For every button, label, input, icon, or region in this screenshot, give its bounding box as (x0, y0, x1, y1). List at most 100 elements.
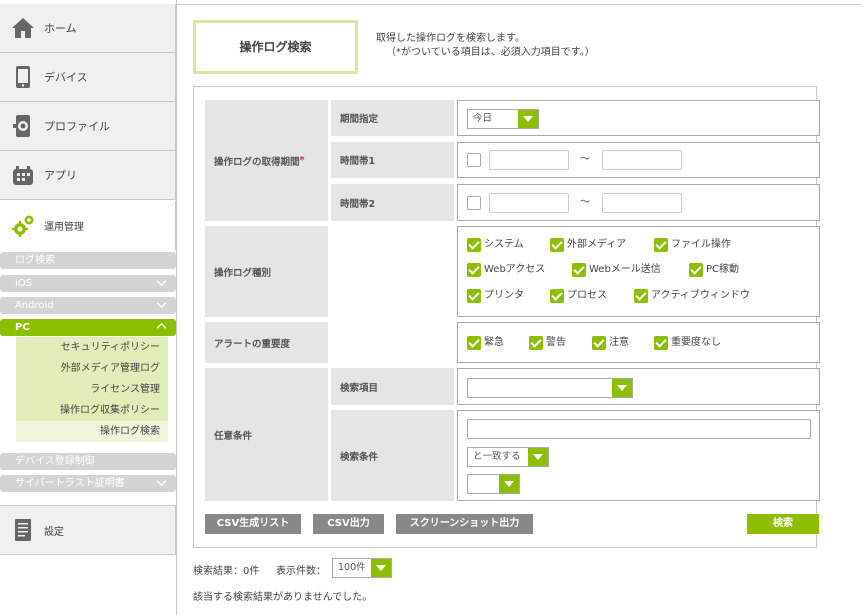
type-label: 操作ログ種別 (205, 226, 328, 317)
search-button[interactable]: 検索 (747, 514, 819, 534)
type-checkbox-file-op[interactable] (654, 238, 668, 252)
alert-checkbox-caution[interactable] (592, 336, 606, 350)
type-checkbox-external-media[interactable] (550, 238, 564, 252)
nav-home[interactable]: ホーム (0, 4, 176, 53)
type-printer-label: プリンタ (484, 290, 524, 301)
no-results-message: 該当する検索結果がありませんでした。 (193, 592, 373, 603)
time2-checkbox[interactable] (467, 196, 481, 210)
subcat-cybertrust-label: サイバートラスト証明書 (15, 478, 125, 489)
document-icon (11, 518, 35, 542)
search-item-label: 検索項目 (331, 368, 454, 405)
time2-label: 時間帯2 (331, 184, 454, 221)
subcat-ios-label: iOS (15, 278, 32, 289)
per-page-label: 表示件数： (276, 566, 326, 577)
nav-app[interactable]: アプリ (0, 151, 176, 200)
time1-start-input[interactable] (489, 150, 569, 170)
search-cond-cell: と一致する (457, 410, 820, 501)
type-checkbox-web-access[interactable] (467, 263, 481, 277)
type-checkbox-system[interactable] (467, 238, 481, 252)
chevron-up-icon (157, 322, 166, 329)
page-title: 操作ログ検索 (193, 20, 358, 74)
required-mark: * (299, 155, 305, 166)
pc-item-oplog-search[interactable]: 操作ログ検索 (16, 421, 168, 442)
subcat-pc[interactable]: PC (0, 319, 176, 336)
type-checkbox-process[interactable] (550, 289, 564, 303)
period-label: 操作ログの取得期間 * (205, 100, 328, 221)
pc-item-security-policy[interactable]: セキュリティポリシー (16, 337, 168, 358)
search-cond-label: 検索条件 (331, 410, 454, 501)
pc-item-oplog-policy[interactable]: 操作ログ収集ポリシー (16, 400, 168, 421)
profile-icon (11, 114, 35, 138)
alert-cell: 緊急 警告 注意 重要度なし (457, 322, 820, 363)
dropdown-arrow-icon (518, 110, 538, 128)
subcat-android-label: Android (15, 300, 54, 311)
nav-home-label: ホーム (44, 22, 77, 35)
tilde: ～ (580, 154, 590, 165)
type-checkbox-printer[interactable] (467, 289, 481, 303)
nav-settings[interactable]: 設定 (0, 505, 176, 555)
search-cond-input[interactable] (467, 419, 811, 439)
screenshot-output-button[interactable]: スクリーンショット出力 (396, 514, 533, 534)
per-page-value: 100件 (338, 562, 366, 573)
alert-checkbox-warning[interactable] (529, 336, 543, 350)
sidebar: ホーム デバイス プロファイル アプリ 運用管理 ログ検索 iOS Androi… (0, 0, 176, 615)
nav-app-label: アプリ (44, 169, 77, 182)
subcat-pc-label: PC (15, 322, 30, 333)
subcat-cybertrust[interactable]: サイバートラスト証明書 (0, 475, 176, 492)
time2-end-input[interactable] (602, 193, 682, 213)
nav-ops[interactable]: 運用管理 (0, 201, 176, 250)
match-select[interactable]: と一致する (467, 447, 549, 467)
device-icon (11, 65, 35, 89)
csv-list-button[interactable]: CSV生成リスト (205, 514, 301, 534)
match-select-value: と一致する (473, 451, 521, 462)
subcat-ios[interactable]: iOS (0, 275, 176, 292)
home-icon (11, 16, 35, 40)
description-line-1: 取得した操作ログを検索します。 (376, 33, 525, 44)
period-spec-cell: 今日 (457, 100, 820, 136)
alert-checkbox-none[interactable] (654, 336, 668, 350)
search-item-select[interactable] (467, 378, 633, 398)
search-item-cell (457, 368, 820, 405)
app-icon (11, 163, 35, 187)
nav-settings-label: 設定 (44, 526, 64, 538)
gears-icon (11, 214, 35, 238)
type-checkbox-webmail[interactable] (572, 263, 586, 277)
type-pc-uptime-label: PC稼動 (706, 264, 740, 275)
alert-caution-label: 注意 (609, 337, 629, 348)
period-select[interactable]: 今日 (467, 109, 539, 129)
nav-profile[interactable]: プロファイル (0, 102, 176, 151)
subcat-android[interactable]: Android (0, 297, 176, 314)
type-process-label: プロセス (567, 290, 607, 301)
period-label-text: 操作ログの取得期間 (214, 156, 300, 168)
pc-item-external-media-log[interactable]: 外部メディア管理ログ (16, 358, 168, 379)
chevron-down-icon (157, 302, 166, 309)
chevron-down-icon (157, 280, 166, 287)
page-description: 取得した操作ログを検索します。 （*がついている項目は、必須入力項目です。） (376, 32, 595, 60)
optional-label: 任意条件 (205, 368, 328, 501)
time1-cell: ～ (457, 142, 820, 178)
per-page-select[interactable]: 100件 (332, 558, 392, 578)
csv-output-button[interactable]: CSV出力 (313, 514, 384, 534)
nav-device[interactable]: デバイス (0, 53, 176, 102)
extra-select[interactable] (467, 474, 520, 494)
time2-start-input[interactable] (489, 193, 569, 213)
time1-end-input[interactable] (602, 150, 682, 170)
period-select-value: 今日 (473, 113, 493, 124)
type-checkbox-pc-uptime[interactable] (689, 263, 703, 277)
time1-checkbox[interactable] (467, 153, 481, 167)
type-webmail-label: Webメール送信 (589, 264, 661, 275)
type-checkbox-active-window[interactable] (634, 289, 648, 303)
pc-item-license[interactable]: ライセンス管理 (16, 379, 168, 400)
alert-warning-label: 警告 (546, 337, 566, 348)
subcat-log-search[interactable]: ログ検索 (0, 252, 176, 269)
nav-device-label: デバイス (44, 71, 88, 84)
time2-cell: ～ (457, 184, 820, 221)
alert-checkbox-emergency[interactable] (467, 336, 481, 350)
subcat-device-reg[interactable]: デバイス登録制御 (0, 453, 176, 470)
description-line-2: （*がついている項目は、必須入力項目です。） (386, 47, 595, 58)
nav-ops-label: 運用管理 (44, 222, 84, 233)
period-spec-label: 期間指定 (331, 100, 454, 136)
type-external-media-label: 外部メディア (567, 239, 627, 250)
type-active-window-label: アクティブウィンドウ (651, 290, 750, 301)
time1-label: 時間帯1 (331, 142, 454, 178)
